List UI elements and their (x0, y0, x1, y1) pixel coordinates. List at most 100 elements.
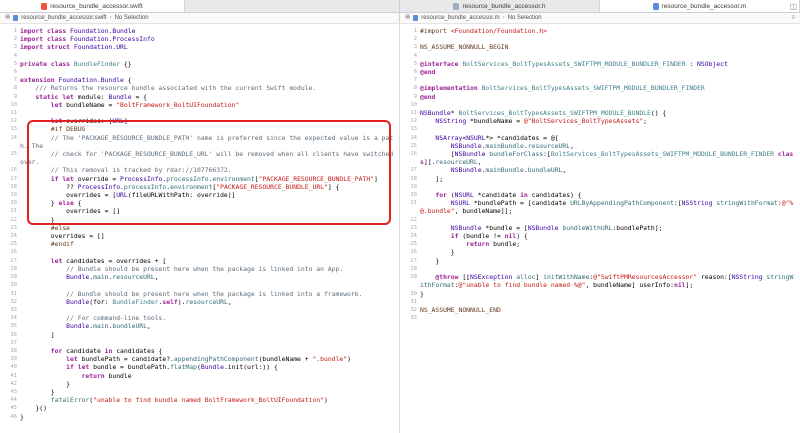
line-number[interactable]: 45 (0, 404, 20, 412)
line-number[interactable]: 5 (0, 60, 20, 68)
line-number[interactable]: 38 (0, 347, 20, 355)
code-line[interactable]: 24 overrides = [] (0, 232, 399, 240)
line-number[interactable]: 41 (0, 372, 20, 380)
code-line[interactable]: 24 if (bundle != nil) { (400, 232, 800, 240)
line-number[interactable]: 30 (400, 290, 420, 298)
line-number[interactable]: 33 (400, 314, 420, 322)
line-number[interactable]: 20 (0, 199, 20, 207)
related-items-icon[interactable]: ▦ (405, 15, 410, 21)
code-line[interactable]: 35 Bundle.main.bundleURL, (0, 322, 399, 330)
code-area-swift[interactable]: 1import class Foundation.Bundle2import c… (0, 27, 399, 421)
code-line[interactable]: 14 // The 'PACKAGE_RESOURCE_BUNDLE_PATH'… (0, 134, 399, 150)
code-line[interactable]: 23 NSBundle *bundle = [NSBundle bundleWi… (400, 224, 800, 232)
code-line[interactable]: 42 } (0, 380, 399, 388)
line-number[interactable]: 25 (0, 240, 20, 248)
code-line[interactable]: 20 } else { (0, 199, 399, 207)
code-line[interactable]: 3import struct Foundation.URL (0, 43, 399, 51)
code-line[interactable]: 3NS_ASSUME_NONNULL_BEGIN (400, 43, 800, 51)
code-line[interactable]: 16 // This removal is tracked by rdar://… (0, 166, 399, 174)
line-number[interactable]: 10 (0, 101, 20, 109)
code-line[interactable]: 4 (0, 52, 399, 60)
line-number[interactable]: 1 (0, 27, 20, 35)
line-number[interactable]: 29 (400, 273, 420, 281)
line-number[interactable]: 10 (400, 101, 420, 109)
line-number[interactable]: 23 (0, 224, 20, 232)
code-line[interactable]: 25 #endif (0, 240, 399, 248)
code-line[interactable]: 5private class BundleFinder {} (0, 60, 399, 68)
line-number[interactable]: 35 (0, 322, 20, 330)
line-number[interactable]: 33 (0, 306, 20, 314)
line-number[interactable]: 21 (0, 207, 20, 215)
line-number[interactable]: 8 (400, 84, 420, 92)
code-line[interactable]: 6@end (400, 68, 800, 76)
line-number[interactable]: 4 (0, 52, 20, 60)
line-number[interactable]: 46 (0, 413, 20, 421)
line-number[interactable]: 40 (0, 363, 20, 371)
line-number[interactable]: 16 (400, 150, 420, 158)
code-line[interactable]: 18 ]; (400, 175, 800, 183)
code-line[interactable]: 38 for candidate in candidates { (0, 347, 399, 355)
line-number[interactable]: 15 (0, 150, 20, 158)
tab-resource-bundle-accessor-m[interactable]: resource_bundle_accessor.m (600, 0, 800, 12)
code-line[interactable]: 15 // check for 'PACKAGE_RESOURCE_BUNDLE… (0, 150, 399, 166)
code-line[interactable]: 39 let bundlePath = candidate?.appending… (0, 355, 399, 363)
line-number[interactable]: 16 (0, 166, 20, 174)
code-line[interactable]: 10 let bundleName = "BoltFramework_BoltU… (0, 101, 399, 109)
code-line[interactable]: 10 (400, 101, 800, 109)
line-number[interactable]: 32 (0, 298, 20, 306)
code-line[interactable]: 36 ] (0, 331, 399, 339)
line-number[interactable]: 43 (0, 388, 20, 396)
line-number[interactable]: 13 (400, 125, 420, 133)
line-number[interactable]: 14 (0, 134, 20, 142)
code-line[interactable]: 41 return bundle (0, 372, 399, 380)
code-line[interactable]: 12 NSString *bundleName = @"BoltServices… (400, 117, 800, 125)
code-line[interactable]: 31 // Bundle should be present here when… (0, 290, 399, 298)
line-number[interactable]: 26 (0, 248, 20, 256)
code-line[interactable]: 32 Bundle(for: BundleFinder.self).resour… (0, 298, 399, 306)
line-number[interactable]: 31 (0, 290, 20, 298)
code-line[interactable]: 22 (400, 216, 800, 224)
line-number[interactable]: 15 (400, 142, 420, 150)
code-line[interactable]: 15 NSBundle.mainBundle.resourceURL, (400, 142, 800, 150)
code-line[interactable]: 34 // For command-line tools. (0, 314, 399, 322)
code-line[interactable]: 37 (0, 339, 399, 347)
code-line[interactable]: 9@end (400, 93, 800, 101)
code-line[interactable]: 33 (400, 314, 800, 322)
line-number[interactable]: 28 (0, 265, 20, 273)
code-line[interactable]: 2import class Foundation.ProcessInfo (0, 35, 399, 43)
code-line[interactable]: 28 (400, 265, 800, 273)
code-line[interactable]: 18 ?? ProcessInfo.processInfo.environmen… (0, 183, 399, 191)
code-line[interactable]: 21 NSURL *bundlePath = [candidate URLByA… (400, 199, 800, 215)
tab-resource-bundle-accessor-swift[interactable]: resource_bundle_accessor.swift (0, 0, 185, 12)
line-number[interactable]: 29 (0, 273, 20, 281)
line-number[interactable]: 34 (0, 314, 20, 322)
code-line[interactable]: 1#import <Foundation/Foundation.h> (400, 27, 800, 35)
line-number[interactable]: 9 (400, 93, 420, 101)
code-line[interactable]: 23 #else (0, 224, 399, 232)
code-line[interactable]: 6 (0, 68, 399, 76)
code-line[interactable]: 26 (0, 248, 399, 256)
code-line[interactable]: 14 NSArray<NSURL*> *candidates = @[ (400, 134, 800, 142)
line-number[interactable]: 13 (0, 125, 20, 133)
split-editor-icon[interactable]: ◫ (789, 1, 797, 12)
code-line[interactable]: 27 } (400, 257, 800, 265)
line-number[interactable]: 44 (0, 396, 20, 404)
line-number[interactable]: 21 (400, 199, 420, 207)
editor-options-icon[interactable]: ≡ (791, 15, 795, 21)
line-number[interactable]: 1 (400, 27, 420, 35)
line-number[interactable]: 22 (0, 216, 20, 224)
code-line[interactable]: 44 fatalError("unable to find bundle nam… (0, 396, 399, 404)
code-line[interactable]: 13 #if DEBUG (0, 125, 399, 133)
line-number[interactable]: 32 (400, 306, 420, 314)
line-number[interactable]: 11 (0, 109, 20, 117)
line-number[interactable]: 11 (400, 109, 420, 117)
breadcrumb-file[interactable]: resource_bundle_accessor.swift (21, 15, 106, 21)
code-line[interactable]: 40 if let bundle = bundlePath.flatMap(Bu… (0, 363, 399, 371)
line-number[interactable]: 42 (0, 380, 20, 388)
code-line[interactable]: 28 // Bundle should be present here when… (0, 265, 399, 273)
line-number[interactable]: 19 (0, 191, 20, 199)
line-number[interactable]: 17 (0, 175, 20, 183)
code-line[interactable]: 43 } (0, 388, 399, 396)
line-number[interactable]: 19 (400, 183, 420, 191)
line-number[interactable]: 24 (0, 232, 20, 240)
